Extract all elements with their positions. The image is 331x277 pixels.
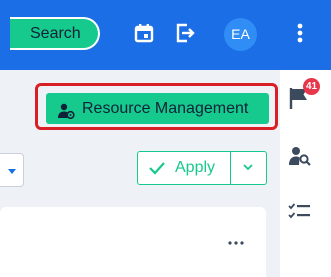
- top-navigation-bar: Search EA: [0, 0, 331, 70]
- filter-select[interactable]: [0, 153, 24, 187]
- resource-management-label: Resource Management: [82, 100, 249, 117]
- content-card: [0, 207, 266, 277]
- user-avatar[interactable]: EA: [224, 18, 257, 51]
- check-icon: [148, 160, 166, 176]
- notification-badge: 41: [303, 78, 320, 95]
- more-vertical-icon[interactable]: [288, 21, 312, 45]
- user-settings-icon: [57, 100, 75, 120]
- apply-button[interactable]: Apply: [138, 152, 230, 184]
- export-icon[interactable]: [173, 21, 197, 45]
- apply-split-button: Apply: [137, 151, 267, 185]
- apply-label: Apply: [175, 159, 216, 176]
- chevron-down-icon: [243, 164, 253, 171]
- search-button[interactable]: Search: [10, 17, 100, 50]
- calendar-icon[interactable]: [132, 21, 156, 45]
- resource-management-button[interactable]: Resource Management: [46, 93, 269, 124]
- apply-dropdown-toggle[interactable]: [231, 152, 266, 184]
- more-horizontal-icon[interactable]: [226, 235, 246, 245]
- user-search-icon[interactable]: [288, 144, 312, 173]
- checklist-icon[interactable]: [288, 202, 312, 229]
- caret-down-icon: [8, 169, 16, 174]
